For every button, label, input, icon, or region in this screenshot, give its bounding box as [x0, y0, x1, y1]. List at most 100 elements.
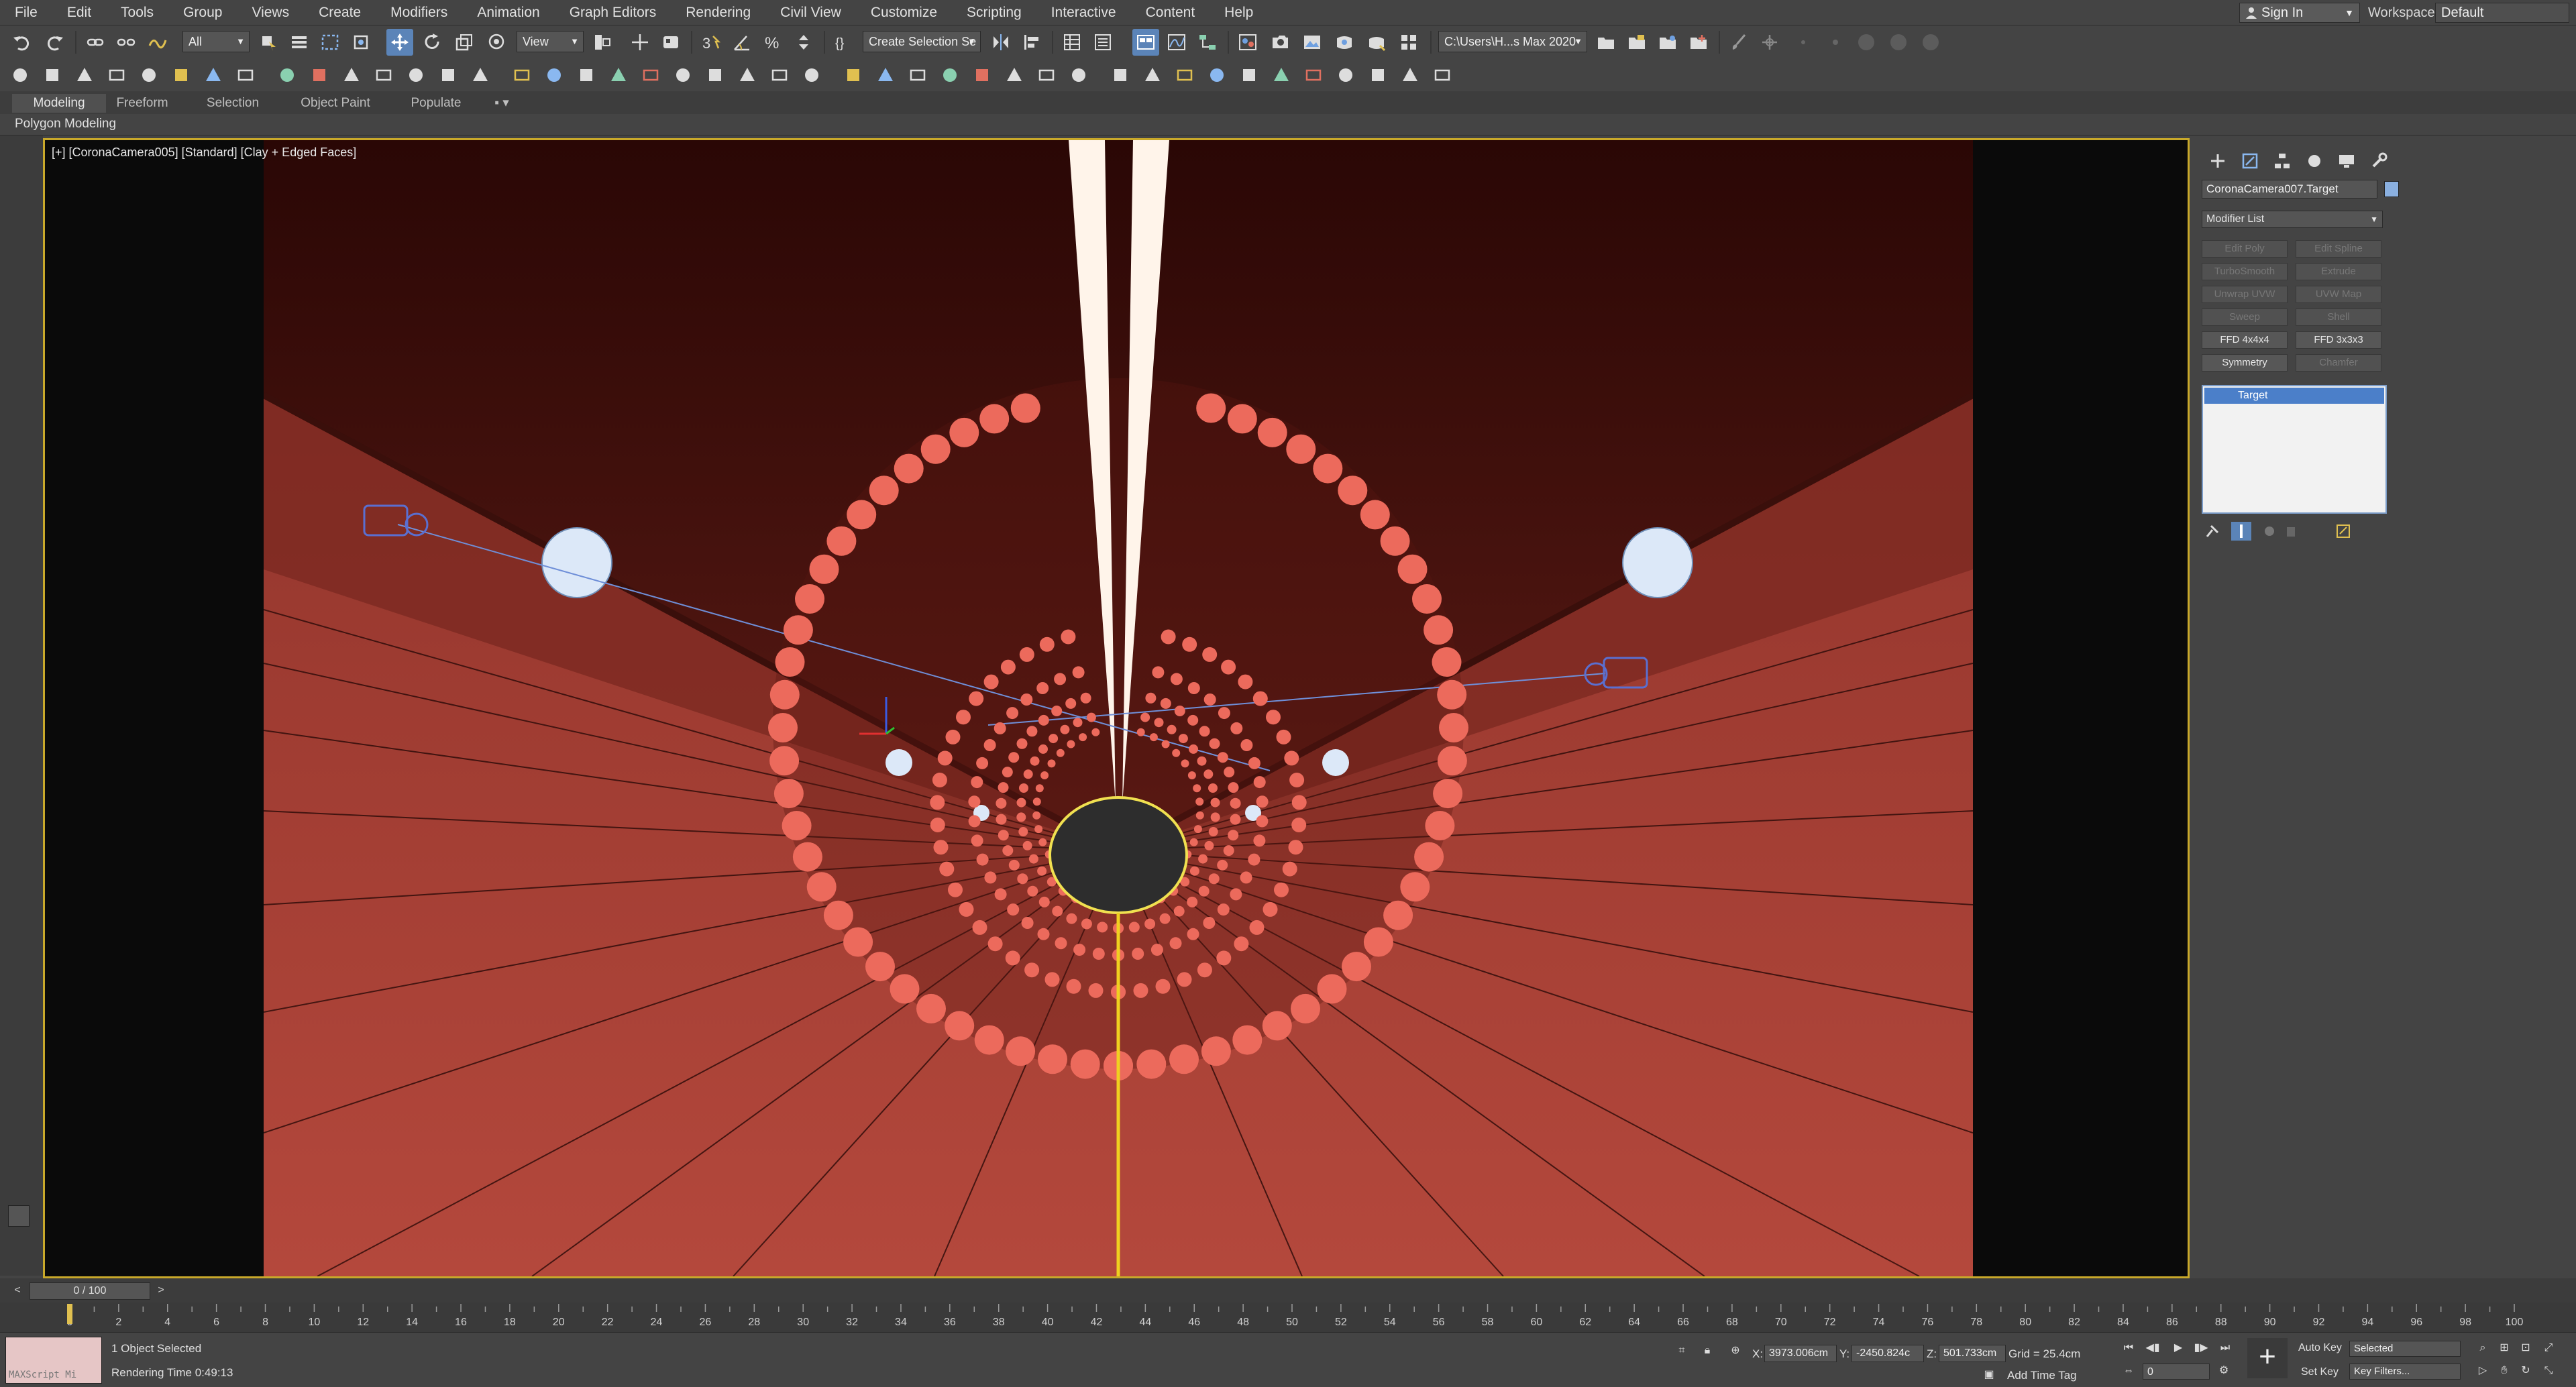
project-folder-dropdown[interactable]: C:\Users\H...s Max 2020 ▼ — [1438, 31, 1587, 52]
circle-tool-icon[interactable] — [1853, 29, 1880, 56]
menu-graph-editors[interactable]: Graph Editors — [555, 0, 672, 25]
menu-animation[interactable]: Animation — [462, 0, 554, 25]
cloth-icon[interactable] — [232, 62, 259, 89]
ribbon-icon[interactable] — [605, 62, 632, 89]
display-tab-icon[interactable] — [2330, 148, 2363, 174]
select-and-rotate-icon[interactable] — [419, 29, 445, 56]
modifier-button-turbosmooth[interactable]: TurboSmooth — [2202, 263, 2288, 280]
tab-object-paint[interactable]: Object Paint — [288, 94, 382, 113]
tab-modeling[interactable]: Modeling — [12, 94, 106, 113]
remove-modifier-icon[interactable] — [2281, 522, 2301, 541]
key-mode-dropdown[interactable]: Selected — [2349, 1341, 2461, 1357]
motion-tab-icon[interactable] — [2298, 148, 2330, 174]
undo-icon[interactable] — [8, 29, 35, 56]
set-key-button[interactable]: Set Key — [2301, 1366, 2339, 1378]
auto-key-button[interactable]: Auto Key — [2298, 1342, 2342, 1354]
modifier-button-chamfer[interactable]: Chamfer — [2296, 354, 2381, 372]
project-settings-icon[interactable] — [1654, 29, 1681, 56]
hierarchy-tab-icon[interactable] — [2266, 148, 2298, 174]
render-element-icon[interactable] — [798, 62, 825, 89]
cage-icon[interactable] — [200, 62, 227, 89]
ribbon-options-icon[interactable]: ▪ ▾ — [487, 94, 517, 113]
selection-filter-dropdown[interactable]: All ▼ — [182, 31, 250, 52]
save-project-icon[interactable] — [1623, 29, 1650, 56]
menu-create[interactable]: Create — [304, 0, 376, 25]
menu-tools[interactable]: Tools — [106, 0, 168, 25]
bulb-icon[interactable] — [1397, 62, 1424, 89]
cone-icon[interactable] — [467, 62, 494, 89]
window-crossing-icon[interactable] — [347, 29, 374, 56]
keyboard-shortcut-icon[interactable] — [657, 29, 684, 56]
z-coordinate-field[interactable]: 501.733cm — [1939, 1345, 2006, 1362]
cloud-icon[interactable] — [637, 62, 664, 89]
menu-views[interactable]: Views — [237, 0, 304, 25]
cluster-icon[interactable] — [1001, 62, 1028, 89]
menu-content[interactable]: Content — [1131, 0, 1210, 25]
circle-tool-icon[interactable] — [1885, 29, 1912, 56]
field-of-view-icon[interactable]: ▷ — [2473, 1362, 2493, 1380]
configure-modifier-sets-icon[interactable] — [2333, 522, 2353, 541]
brush-tool-icon[interactable] — [1725, 29, 1752, 56]
spinner-snap-icon[interactable] — [790, 29, 817, 56]
paint-deform-icon[interactable] — [7, 62, 34, 89]
box-icon[interactable] — [338, 62, 365, 89]
modifier-button-edit-poly[interactable]: Edit Poly — [2202, 240, 2288, 258]
lock-selection-icon[interactable]: 🔒︎ — [1697, 1342, 1717, 1360]
link-icon[interactable] — [82, 29, 109, 56]
select-and-scale-icon[interactable] — [451, 29, 478, 56]
menu-modifiers[interactable]: Modifiers — [376, 0, 462, 25]
create-tab-icon[interactable] — [2202, 148, 2234, 174]
select-object-icon[interactable] — [255, 29, 282, 56]
pan-icon[interactable]: ✋︎ — [2494, 1362, 2514, 1380]
frame-icon[interactable] — [872, 62, 899, 89]
sphere-icon[interactable] — [402, 62, 429, 89]
sign-in-button[interactable]: Sign In ▼ — [2239, 3, 2360, 23]
stack-item-target[interactable]: Target — [2204, 388, 2384, 404]
time-slider[interactable]: 0 / 100 — [30, 1282, 150, 1300]
toggle-ribbon-icon[interactable] — [1132, 29, 1159, 56]
camera-corona-icon[interactable] — [840, 62, 867, 89]
grid-icon[interactable] — [136, 62, 162, 89]
x-coordinate-field[interactable]: 3973.006cm — [1764, 1345, 1837, 1362]
go-to-end-icon[interactable]: ⏭ — [2215, 1339, 2235, 1357]
gear-icon[interactable] — [1171, 62, 1198, 89]
tab-freeform[interactable]: Freeform — [109, 94, 176, 113]
manipulate-icon[interactable] — [627, 29, 653, 56]
expand-icon[interactable] — [1429, 62, 1456, 89]
y-coordinate-field[interactable]: -2450.824c — [1851, 1345, 1924, 1362]
modifier-button-unwrap-uvw[interactable]: Unwrap UVW — [2202, 286, 2288, 303]
isolate-selection-icon[interactable]: ⌗ — [1672, 1342, 1692, 1360]
freeform-icon[interactable] — [39, 62, 66, 89]
menu-scripting[interactable]: Scripting — [952, 0, 1036, 25]
frame-buffer-icon[interactable] — [1300, 62, 1327, 89]
sun-icon[interactable] — [168, 62, 195, 89]
utilities-tab-icon[interactable] — [2363, 148, 2395, 174]
map-icon[interactable] — [1203, 62, 1230, 89]
redo-icon[interactable] — [42, 29, 68, 56]
previous-key-icon[interactable]: ◀︎▮ — [2143, 1339, 2163, 1357]
material-editor-icon[interactable] — [1234, 29, 1261, 56]
mirror-icon[interactable] — [987, 29, 1014, 56]
workspace-select[interactable]: Default — [2435, 3, 2569, 23]
angle-snap-icon[interactable] — [729, 29, 755, 56]
help-icon[interactable] — [904, 62, 931, 89]
key-filters-button[interactable]: Key Filters... — [2349, 1364, 2461, 1380]
eye-icon[interactable] — [1332, 62, 1359, 89]
select-and-place-icon[interactable] — [483, 29, 510, 56]
pivot-point-icon[interactable] — [589, 29, 616, 56]
modify-tab-icon[interactable] — [2234, 148, 2266, 174]
modifier-button-ffd-4x4x4[interactable]: FFD 4x4x4 — [2202, 331, 2288, 349]
play-icon[interactable]: ▶︎ — [2168, 1339, 2188, 1357]
select-and-move-icon[interactable] — [386, 29, 413, 56]
modifier-list-dropdown[interactable]: Modifier List ▼ — [2202, 211, 2383, 228]
zoom-extents-icon[interactable]: ⊡ — [2516, 1339, 2536, 1357]
particle-icon[interactable] — [573, 62, 600, 89]
circle-tool-icon[interactable] — [1917, 29, 1944, 56]
double-chevron-icon[interactable] — [1364, 62, 1391, 89]
select-by-name-icon[interactable] — [286, 29, 313, 56]
maxscript-listener[interactable]: MAXScript Mi — [5, 1337, 102, 1384]
key-mode-icon[interactable]: ⇔ — [2118, 1362, 2139, 1380]
open-project-icon[interactable] — [1593, 29, 1619, 56]
curve-editor-icon[interactable] — [1163, 29, 1190, 56]
menu-help[interactable]: Help — [1210, 0, 1268, 25]
